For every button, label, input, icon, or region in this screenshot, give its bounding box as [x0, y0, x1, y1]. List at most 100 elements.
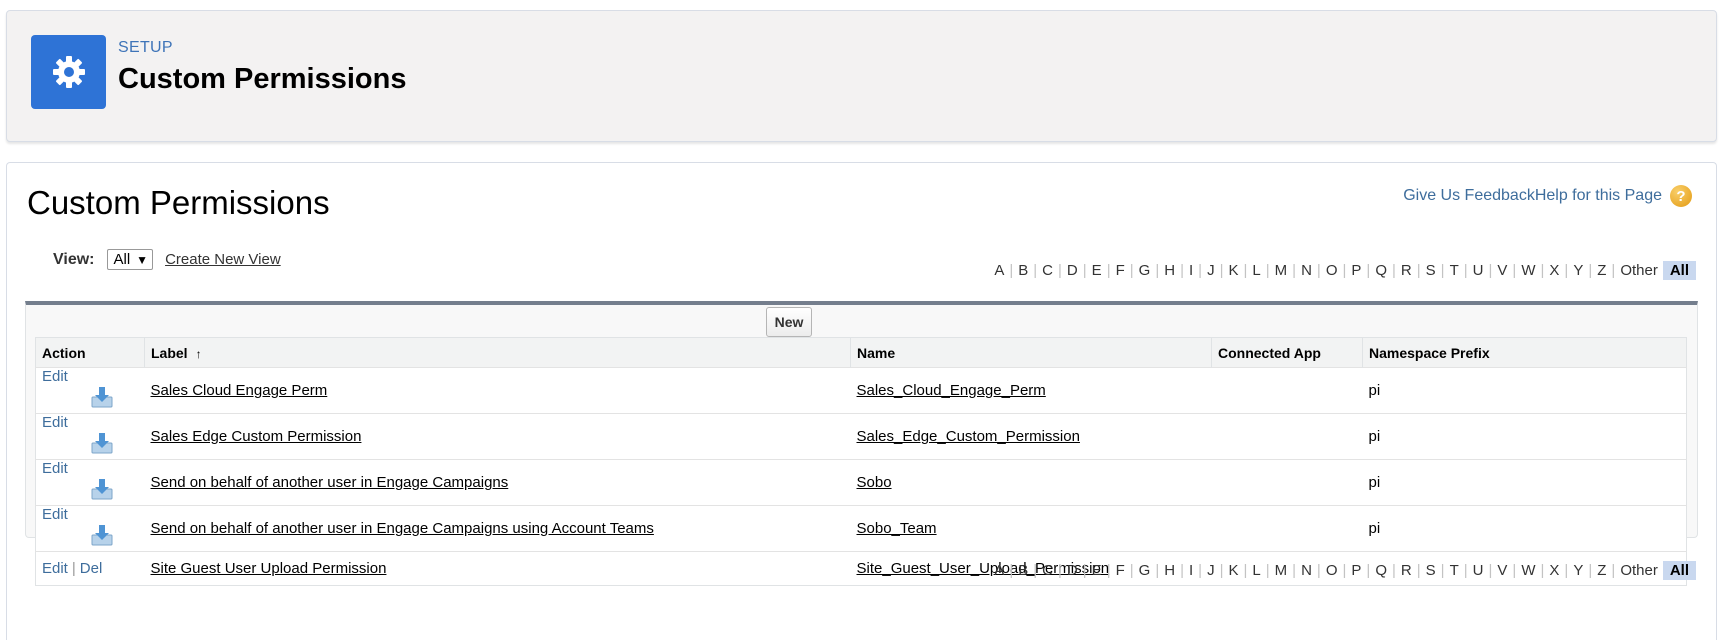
alphabet-filter-z[interactable]: Z: [1597, 562, 1606, 579]
alphabet-filter-i[interactable]: I: [1189, 562, 1193, 579]
alphabet-filter-k[interactable]: K: [1228, 562, 1238, 579]
permission-name-link[interactable]: Sobo: [857, 474, 892, 491]
alphabet-filter-x[interactable]: X: [1549, 562, 1559, 579]
permission-label-link[interactable]: Sales Cloud Engage Perm: [151, 382, 328, 399]
alphabet-filter-n[interactable]: N: [1301, 562, 1312, 579]
alphabet-filter-a[interactable]: A: [994, 562, 1004, 579]
create-new-view-link[interactable]: Create New View: [165, 251, 281, 268]
alphabet-filter-f[interactable]: F: [1116, 562, 1125, 579]
alphabet-filter-s[interactable]: S: [1426, 262, 1436, 279]
alphabet-filter-u[interactable]: U: [1473, 262, 1484, 279]
permission-name-link[interactable]: Sales_Edge_Custom_Permission: [857, 428, 1080, 445]
alphabet-filter-l[interactable]: L: [1252, 562, 1260, 579]
setup-header: SETUP Custom Permissions: [6, 10, 1717, 142]
alphabet-filter-j[interactable]: J: [1207, 562, 1215, 579]
alphabet-filter-s[interactable]: S: [1426, 562, 1436, 579]
separator: |: [1033, 262, 1038, 279]
alphabet-filter-r[interactable]: R: [1401, 262, 1412, 279]
label-cell: Send on behalf of another user in Engage…: [144, 459, 851, 506]
alphabet-filter-t[interactable]: T: [1450, 262, 1459, 279]
help-link[interactable]: Help for this Page: [1535, 187, 1662, 205]
alphabet-filter-v[interactable]: V: [1497, 562, 1507, 579]
alphabet-filter-m[interactable]: M: [1275, 562, 1288, 579]
edit-link[interactable]: Edit: [42, 460, 68, 477]
edit-link[interactable]: Edit: [42, 368, 68, 385]
permission-name-link[interactable]: Sales_Cloud_Engage_Perm: [857, 382, 1046, 399]
column-namespace-prefix[interactable]: Namespace Prefix: [1362, 337, 1687, 368]
alphabet-filter-other[interactable]: Other: [1620, 262, 1658, 279]
alphabet-filter-d[interactable]: D: [1067, 262, 1078, 279]
label-cell: Send on behalf of another user in Engage…: [144, 505, 851, 552]
setup-label: SETUP: [118, 39, 173, 56]
permission-label-link[interactable]: Sales Edge Custom Permission: [151, 428, 362, 445]
alphabet-filter-f[interactable]: F: [1116, 262, 1125, 279]
feedback-link[interactable]: Give Us Feedback: [1403, 187, 1535, 205]
question-icon[interactable]: ?: [1670, 185, 1692, 207]
separator: |: [1155, 262, 1160, 279]
connected-app-cell: [1211, 459, 1363, 506]
column-connected-app[interactable]: Connected App: [1211, 337, 1363, 368]
separator: |: [1180, 562, 1184, 579]
alphabet-filter-v[interactable]: V: [1497, 262, 1507, 279]
alphabet-filter-n[interactable]: N: [1301, 262, 1312, 279]
alphabet-filter-u[interactable]: U: [1473, 562, 1484, 579]
alphabet-filter-y[interactable]: Y: [1573, 262, 1583, 279]
permission-label-link[interactable]: Site Guest User Upload Permission: [151, 560, 387, 577]
alphabet-filter-g[interactable]: G: [1139, 562, 1151, 579]
alphabet-filter-c[interactable]: C: [1042, 262, 1053, 279]
alphabet-filter-x[interactable]: X: [1549, 262, 1559, 279]
alphabet-filter-g[interactable]: G: [1139, 262, 1151, 279]
alphabet-filter-l[interactable]: L: [1252, 262, 1260, 279]
alphabet-filter-p[interactable]: P: [1351, 562, 1361, 579]
alphabet-filter-w[interactable]: W: [1521, 262, 1535, 279]
separator: |: [1033, 562, 1038, 579]
permissions-table: Action Label ↑ Name Connected App Namespa…: [35, 337, 1687, 586]
edit-link[interactable]: Edit: [42, 414, 68, 431]
alphabet-filter-b[interactable]: B: [1018, 262, 1028, 279]
alphabet-filter-other[interactable]: Other: [1620, 562, 1658, 579]
alphabet-filter-h[interactable]: H: [1164, 562, 1175, 579]
alphabet-filter-all[interactable]: All: [1662, 561, 1696, 580]
alphabet-filter-z[interactable]: Z: [1597, 262, 1606, 279]
alphabet-filter-j[interactable]: J: [1207, 262, 1215, 279]
separator: |: [1058, 562, 1062, 579]
alphabet-filter-o[interactable]: O: [1326, 262, 1338, 279]
separator: |: [1155, 562, 1160, 579]
separator: |: [71, 560, 76, 577]
alphabet-filter-q[interactable]: Q: [1375, 562, 1387, 579]
alphabet-filter-m[interactable]: M: [1275, 262, 1288, 279]
action-cell: Edit: [35, 505, 145, 552]
installed-package-icon: [90, 385, 114, 413]
alphabet-filter-q[interactable]: Q: [1375, 262, 1387, 279]
new-button[interactable]: New: [766, 307, 812, 337]
alphabet-filter-c[interactable]: C: [1042, 562, 1053, 579]
table-header-row: Action Label ↑ Name Connected App Namespa…: [35, 337, 1687, 368]
permission-name-link[interactable]: Sobo_Team: [857, 520, 937, 537]
alphabet-filter-r[interactable]: R: [1401, 562, 1412, 579]
view-select[interactable]: All ▼: [106, 249, 154, 270]
alphabet-filter-e[interactable]: E: [1092, 562, 1102, 579]
edit-link[interactable]: Edit: [42, 506, 68, 523]
alphabet-filter-d[interactable]: D: [1067, 562, 1078, 579]
alphabet-filter-all[interactable]: All: [1662, 261, 1696, 280]
alphabet-filter-k[interactable]: K: [1228, 262, 1238, 279]
column-label[interactable]: Label ↑: [144, 337, 851, 368]
alphabet-filter-i[interactable]: I: [1189, 262, 1193, 279]
alphabet-filter-b[interactable]: B: [1018, 562, 1028, 579]
alphabet-filter-y[interactable]: Y: [1573, 562, 1583, 579]
alphabet-filter-top: A | B | C | D | E | F | G | H | I | J | K | L | M | N | O | P | Q | R | S | T |…: [994, 261, 1696, 280]
connected-app-cell: [1211, 413, 1363, 460]
alphabet-filter-p[interactable]: P: [1351, 262, 1361, 279]
alphabet-filter-a[interactable]: A: [994, 262, 1004, 279]
permission-label-link[interactable]: Send on behalf of another user in Engage…: [151, 474, 509, 491]
alphabet-filter-h[interactable]: H: [1164, 262, 1175, 279]
permission-label-link[interactable]: Send on behalf of another user in Engage…: [151, 520, 654, 537]
alphabet-filter-w[interactable]: W: [1521, 562, 1535, 579]
column-name[interactable]: Name: [850, 337, 1212, 368]
separator: |: [1219, 262, 1224, 279]
edit-link[interactable]: Edit: [42, 560, 68, 577]
delete-link[interactable]: Del: [80, 560, 103, 577]
alphabet-filter-t[interactable]: T: [1450, 562, 1459, 579]
alphabet-filter-e[interactable]: E: [1092, 262, 1102, 279]
alphabet-filter-o[interactable]: O: [1326, 562, 1338, 579]
